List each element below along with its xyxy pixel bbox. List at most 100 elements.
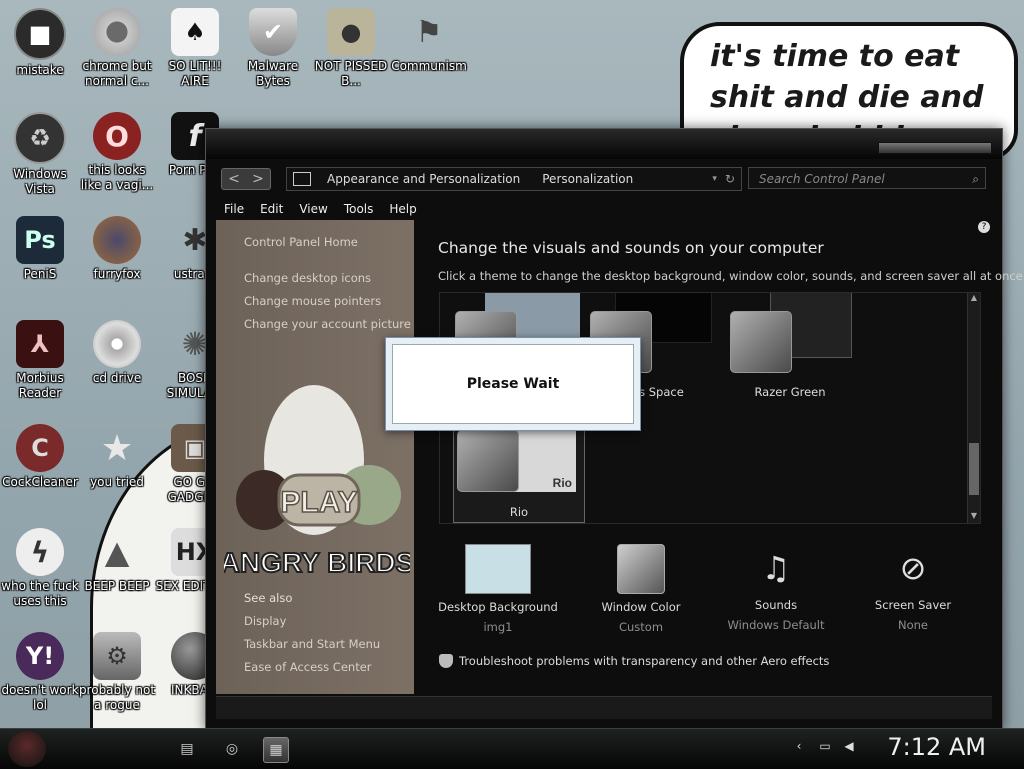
cards-icon: ♠ [171,8,219,56]
taskbar: ▤ ◎ ▦ ‹ ▭ ◀ 7:12 AM [0,728,1024,769]
desktop-icon-vlc[interactable]: ▲ BEEP BEEP [77,528,157,594]
scroll-up-icon[interactable]: ▲ [968,293,980,305]
pig-icon: ● [327,8,375,56]
tray-arrow-icon[interactable]: ‹ [790,739,808,757]
desktop-icon-mistake[interactable]: ■ mistake [0,8,80,78]
link-ease-of-access[interactable]: Ease of Access Center [244,660,372,674]
breadcrumb-appearance[interactable]: Appearance and Personalization [327,172,520,186]
angry-birds-text: ANGRY BIRDS [224,547,410,578]
desktop-icon-chrome[interactable]: chrome but normal c... [77,8,157,89]
control-panel-taskbar-icon[interactable]: ▦ [263,737,289,763]
personalization-settings: Desktop Background img1 Window Color Cus… [438,544,988,644]
recycle-bin-icon: ♻ [14,112,66,164]
left-pane: Control Panel Home Change desktop icons … [216,220,414,694]
desktop-icon-firefox[interactable]: furryfox [77,216,157,282]
link-taskbar[interactable]: Taskbar and Start Menu [244,637,380,651]
desktop-background-icon [465,544,531,594]
sounds-icon: ♫ [761,549,791,587]
lightning-icon: ϟ [16,528,64,576]
refresh-icon[interactable]: ↻ [725,172,735,186]
volume-icon[interactable]: ◀ [840,739,858,757]
link-change-desktop-icons[interactable]: Change desktop icons [244,271,371,285]
desktop-background-item[interactable]: Desktop Background img1 [438,544,558,634]
menu-view[interactable]: View [291,199,335,219]
menu-edit[interactable]: Edit [252,199,291,219]
desktop-icon-star[interactable]: ★ you tried [77,424,157,490]
window-color-item[interactable]: Window Color Custom [581,544,701,634]
scroll-thumb[interactable] [969,443,979,495]
search-icon[interactable]: ⌕ [972,168,979,190]
angry-birds-promo: PLAY ANGRY BIRDS [224,385,410,579]
firefox-icon [93,216,141,264]
chrome-taskbar-icon[interactable]: ◎ [220,737,244,761]
dialog-message: Please Wait [392,344,634,424]
eagle-icon: ⚑ [415,14,443,50]
window-color-value: Custom [618,620,664,634]
desktop-icon-lightning[interactable]: ϟ who the fuck uses this [0,528,80,609]
link-change-mouse-pointers[interactable]: Change mouse pointers [244,294,381,308]
screen-saver-item[interactable]: ⊘ Screen Saver None [853,544,973,632]
menu-file[interactable]: File [216,199,252,219]
shield-icon [439,654,453,668]
chevron-down-icon[interactable]: ▾ [712,174,717,184]
breadcrumb-personalization[interactable]: Personalization [542,172,633,186]
chrome-icon [93,8,141,56]
sounds-item[interactable]: ♫ Sounds Windows Default [716,544,836,632]
explorer-icon[interactable]: ▤ [175,737,199,761]
status-bar [216,696,992,719]
desktop-icon-opera[interactable]: O this looks like a vagi... [77,112,157,193]
theme-label: Rio [509,505,529,519]
desktop-icon-ccleaner[interactable]: C CockCleaner [0,424,80,490]
theme-scrollbar[interactable]: ▲ ▼ [967,293,980,523]
desktop-icon-photoshop[interactable]: Ps PeniS [0,216,80,282]
search-input[interactable]: Search Control Panel ⌕ [748,167,986,189]
yahoo-icon: Y! [16,632,64,680]
forward-button[interactable]: > [246,169,270,189]
breadcrumb[interactable]: Appearance and Personalization Personali… [286,167,742,191]
back-button[interactable]: < [222,169,246,189]
desktop-icon-cd[interactable]: cd drive [77,320,157,386]
link-display[interactable]: Display [244,614,286,628]
opera-icon: O [93,112,141,160]
menu-tools[interactable]: Tools [336,199,382,219]
troubleshoot-text: Troubleshoot problems with transparency … [459,654,830,668]
desktop-icon-communism[interactable]: ⚑ Communism [389,8,469,74]
acrobat-icon: ⅄ [16,320,64,368]
troubleshoot-link[interactable]: Troubleshoot problems with transparency … [439,654,829,668]
link-control-panel-home[interactable]: Control Panel Home [244,235,358,249]
please-wait-dialog: Please Wait [385,337,641,431]
scroll-down-icon[interactable]: ▼ [968,511,980,523]
desktop-icon-rogue[interactable]: ⚙ probably not a rogue [77,632,157,713]
nav-buttons: < > [221,168,271,190]
start-button[interactable] [8,731,46,767]
play-text: PLAY [280,486,357,519]
desktop-icon-malwarebytes[interactable]: ✔ Malware Bytes [233,8,313,89]
theme-rio[interactable]: Rio Rio [453,421,585,523]
screen-saver-value: None [897,618,928,632]
sounds-title: Sounds [754,598,798,612]
window-titlebar[interactable] [206,129,1002,159]
desktop-icon-yahoo[interactable]: Y! doesn't work lol [0,632,80,713]
cd-icon [93,320,141,368]
desktop-icon-vista[interactable]: ♻ Windows Vista [0,112,80,197]
rio-thumb-caption: Rio [552,476,572,490]
address-bar: < > Appearance and Personalization Perso… [216,165,992,191]
clock[interactable]: 7:12 AM [887,733,986,761]
settings-icon: ⚙ [93,632,141,680]
network-icon[interactable]: ▭ [816,739,834,757]
window-controls[interactable] [878,142,992,154]
help-icon[interactable]: ? [978,221,990,233]
ccleaner-icon: C [16,424,64,472]
link-change-account-picture[interactable]: Change your account picture [244,317,411,331]
theme-thumb [730,311,792,373]
window-color-icon [617,544,665,594]
theme-razer-green[interactable]: Razer Green [725,293,855,399]
page-subtitle: Click a theme to change the desktop back… [438,269,1024,283]
screen-saver-title: Screen Saver [874,598,952,612]
desktop-icon-cards[interactable]: ♠ SO LIT!!! AIRE [155,8,235,89]
desktop-icon-acrobat[interactable]: ⅄ Morbius Reader [0,320,80,401]
desktop-icon-pig[interactable]: ● NOT PISSED B... [311,8,391,89]
menu-help[interactable]: Help [381,199,424,219]
search-placeholder: Search Control Panel [759,172,885,186]
theme-thumb [457,430,519,492]
